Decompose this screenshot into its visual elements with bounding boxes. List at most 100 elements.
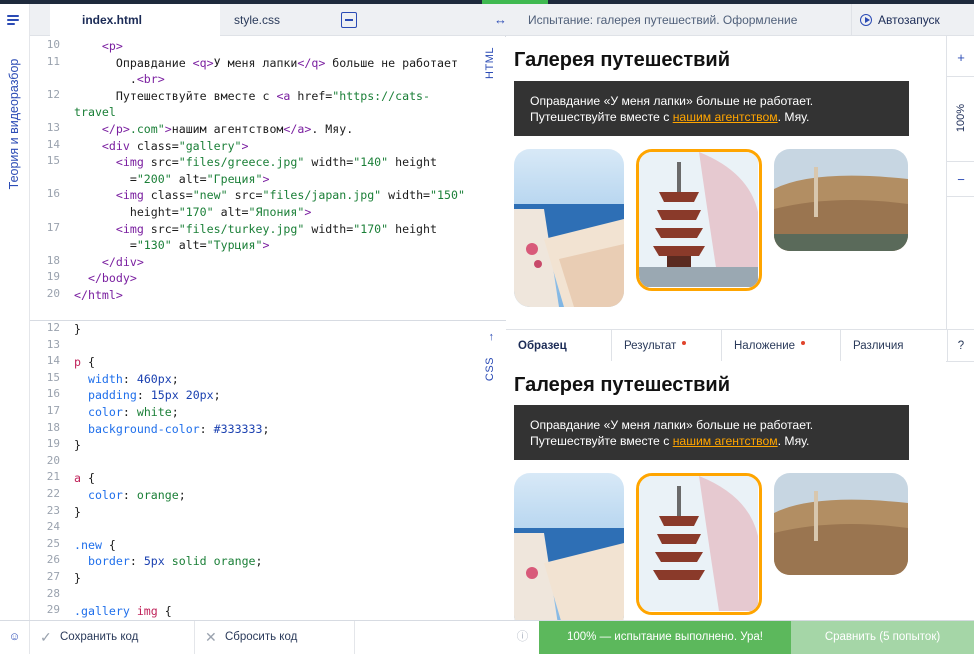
tab-overlay[interactable]: Наложение [722,330,841,362]
line-number: 21 [46,470,60,484]
editor-tabs: index.html style.css [30,4,506,36]
zoom-level: 100% [955,103,967,133]
line-number: 24 [46,520,60,534]
line-number: 22 [46,487,60,500]
tab-diff[interactable]: Различия [841,330,948,362]
turkey-image [774,149,908,251]
code-text: <p> [101,39,123,53]
line-number: 29 [46,603,60,617]
code-text: .new { [74,537,116,552]
status-dot-icon [801,341,806,345]
zoom-controls: + 100% − [946,36,974,332]
css-editor[interactable]: 12} 13 14 p {15 width: 460px; 16 padding: 15… [30,321,506,620]
code-text: </html> [74,288,123,302]
code-text: <img class="new" src="files/japan.jpg" w… [115,188,465,219]
task-title: Испытание: галерея путешествий. Оформлен… [528,13,798,27]
line-number: 13 [46,121,60,134]
code-text: } [74,438,81,453]
collapse-arrow-icon[interactable]: ↑ [489,331,495,343]
line-number: 10 [46,38,60,51]
code-text: color: orange; [87,488,186,502]
tab-sample[interactable]: Образец [506,330,612,362]
code-text: } [74,571,81,585]
line-number: 16 [46,387,60,401]
info-icon[interactable]: ⓘ [506,621,539,654]
line-number: 20 [46,287,60,300]
compare-button[interactable]: Сравнить (5 попыток) [791,621,974,654]
sample-paragraph: Оправдание «У меня лапки» больше не рабо… [514,405,909,460]
line-number: 17 [46,404,60,417]
tab-result-label: Результат [624,340,677,352]
code-text: } [74,322,81,336]
line-number: 17 [46,220,60,234]
tab-index-html[interactable]: index.html [50,4,220,36]
line-number: 19 [46,437,60,451]
bottom-bar: ☺ ✓ Сохранить код ✕ Сбросить код ⓘ 100% — … [0,620,974,654]
zoom-out-button[interactable]: − [947,172,974,187]
tab-style-css[interactable]: style.css [230,4,280,36]
japan-image [636,149,762,291]
check-icon: ✓ [40,629,52,645]
line-number: 15 [46,154,60,168]
help-button[interactable]: ? [948,330,974,362]
agency-link[interactable]: нашим агентством [673,110,778,124]
line-number: 13 [46,337,60,351]
line-number: 19 [46,270,60,284]
reset-code-button[interactable]: ✕ Сбросить код [195,621,355,654]
code-text: </p> [101,122,130,136]
line-number: 27 [46,570,60,583]
sample-text-2: Путешествуйте вместе с [530,434,673,448]
tab-overlay-label: Наложение [734,340,796,352]
preview-text-1: Оправдание «У меня лапки» больше не рабо… [530,94,814,108]
code-text: <div class="gallery"> [101,138,249,153]
sample-japan-image [636,473,762,615]
resize-icon[interactable]: ↔ [494,12,507,27]
status-dot-icon [682,341,687,345]
line-number: 20 [46,453,60,467]
html-editor[interactable]: 10 <p> 11 Оправдание <q>У меня лапки</q> … [30,37,506,321]
app: Теория и видеоразбор index.html style.cs… [0,0,974,654]
line-number: 18 [46,253,60,267]
autorun-button[interactable]: Автозапуск [851,4,946,36]
code-text: } [74,504,81,519]
line-number: 16 [46,187,60,201]
line-number: 12 [46,321,60,334]
sample-agency-link[interactable]: нашим агентством [673,434,778,448]
sample-turkey-image [774,473,908,575]
sample-greece-image [514,473,624,620]
code-text: </body> [87,271,137,286]
line-number: 11 [46,54,60,68]
status-banner: 100% — испытание выполнено. Ура! [539,621,791,654]
split-view-icon[interactable] [341,12,357,28]
line-number: 14 [46,354,60,368]
preview-paragraph: Оправдание «У меня лапки» больше не рабо… [514,81,909,136]
zoom-in-button[interactable]: + [947,50,974,65]
line-number: 23 [46,503,60,517]
close-icon: ✕ [205,629,217,645]
sample-text-1: Оправдание «У меня лапки» больше не рабо… [530,418,814,432]
sample-preview: Галерея путешествий Оправдание «У меня л… [506,361,946,620]
save-code-button[interactable]: ✓ Сохранить код [30,621,195,654]
preview-pane: ↔ Испытание: галерея путешествий. Оформл… [494,4,974,620]
autorun-label: Автозапуск [878,13,940,27]
line-number: 12 [46,87,60,101]
code-text: color: white; [87,405,179,419]
left-rail: Теория и видеоразбор [0,4,30,620]
tab-result[interactable]: Результат [612,330,722,362]
menu-icon[interactable] [7,15,19,27]
preview-text-3: . Мяу. [777,110,810,124]
chat-icon[interactable]: ☺ [0,621,30,654]
line-number: 18 [46,420,60,434]
preview-heading: Галерея путешествий [514,49,731,71]
code-text: <img src="files/turkey.jpg" width="170" … [115,221,438,253]
editor-pane: index.html style.css 10 <p> 11 Оправдание… [30,4,506,620]
code-text: <img src="files/greece.jpg" width="140" … [115,155,438,186]
theory-link[interactable]: Теория и видеоразбор [7,59,21,190]
compare-tabs: Образец Результат Наложение Различия ? [506,329,974,362]
code-text: background-color: #333333; [87,421,270,436]
code-text: </div> [101,254,144,269]
sample-heading: Галерея путешествий [514,374,731,396]
save-label: Сохранить код [60,631,139,643]
line-number: 28 [46,586,60,600]
code-text: .gallery img { [74,604,172,619]
